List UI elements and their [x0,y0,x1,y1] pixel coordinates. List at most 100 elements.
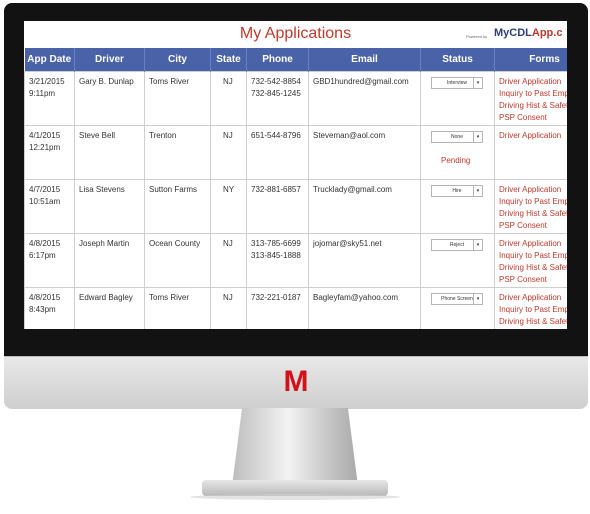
app-time: 10:51am [29,197,61,206]
stand-shadow [190,494,400,500]
col-header-status[interactable]: Status [420,48,495,72]
form-link-driving-history[interactable]: Driving Hist & Safet [499,208,567,220]
phone-secondary: 313-845-1888 [251,251,301,260]
app-date-cell: 4/7/2015 10:51am [24,179,75,234]
table-row: 4/1/2015 12:21pm Steve Bell Trenton NJ 65… [24,125,567,180]
chevron-down-icon: ▾ [473,240,482,250]
form-link-psp-consent[interactable]: PSP Consent [499,112,567,124]
email-cell: jojomar@sky51.net [308,233,421,288]
phone-secondary: 732-845-1245 [251,89,301,98]
phone-primary: 732-221-0187 [251,293,301,302]
form-link-driver-application[interactable]: Driver Application [499,130,567,142]
form-link-driving-history[interactable]: Driving Hist & Safet [499,262,567,274]
forms-cell: Driver Application Inquiry to Past Emp Dri… [494,71,567,126]
imac-monitor: My Applications Powered by MyCDLApp.c Ap… [0,0,590,514]
forms-cell: Driver Application [494,125,567,180]
monitor-chin: M [4,356,588,409]
table-row: 4/8/2015 6:17pm Joseph Martin Ocean Count… [24,233,567,288]
form-link-inquiry-past-employer[interactable]: Inquiry to Past Emp [499,250,567,262]
col-header-state[interactable]: State [210,48,247,72]
status-cell: Interview ▾ [420,71,495,126]
status-select[interactable]: Hire ▾ [431,185,483,197]
form-link-driving-history[interactable]: Driving Hist & Safet [499,316,567,328]
state-cell: NJ [210,287,247,329]
status-cell: None ▾ Pending [420,125,495,180]
table-header-row: App Date Driver City State Phone Email S… [24,48,567,72]
phone-cell: 732-881-6857 [246,179,309,234]
status-cell: Phone Screen ▾ [420,287,495,329]
col-header-phone[interactable]: Phone [246,48,309,72]
form-link-inquiry-past-employer[interactable]: Inquiry to Past Emp [499,88,567,100]
status-cell: Hire ▾ [420,179,495,234]
form-link-driving-history[interactable]: Driving Hist & Safet [499,100,567,112]
city-cell: Ocean County [144,233,211,288]
status-select[interactable]: None ▾ [431,131,483,143]
app-time: 9:11pm [29,89,56,98]
driver-cell: Lisa Stevens [74,179,145,234]
forms-cell: Driver Application Inquiry to Past Emp Dri… [494,179,567,234]
email-cell: GBD1hundred@gmail.com [308,71,421,126]
chevron-down-icon: ▾ [473,294,482,304]
col-header-email[interactable]: Email [308,48,421,72]
chin-logo: M [283,365,309,398]
phone-primary: 651-544-8796 [251,131,301,140]
form-link-inquiry-past-employer[interactable]: Inquiry to Past Emp [499,304,567,316]
app-date-cell: 4/8/2015 6:17pm [24,233,75,288]
screen: My Applications Powered by MyCDLApp.c Ap… [24,21,567,329]
brand-logo[interactable]: MyCDLApp.c [494,27,562,39]
driver-cell: Steve Bell [74,125,145,180]
status-value: Interview [446,80,467,86]
status-cell: Reject ▾ [420,233,495,288]
status-select[interactable]: Interview ▾ [431,77,483,89]
state-cell: NJ [210,233,247,288]
phone-primary: 732-881-6857 [251,185,301,194]
table-row: 3/21/2015 9:11pm Gary B. Dunlap Toms Rive… [24,71,567,126]
driver-cell: Gary B. Dunlap [74,71,145,126]
status-value: Reject [449,242,465,248]
status-select[interactable]: Reject ▾ [431,239,483,251]
form-link-inquiry-past-employer[interactable]: Inquiry to Past Emp [499,196,567,208]
table-row: 4/7/2015 10:51am Lisa Stevens Sutton Farm… [24,179,567,234]
forms-cell: Driver Application Inquiry to Past Emp Dri… [494,233,567,288]
app-date: 4/8/2015 [29,239,61,248]
col-header-city[interactable]: City [144,48,211,72]
city-cell: Toms River [144,71,211,126]
phone-cell: 651-544-8796 [246,125,309,180]
email-cell: Steveman@aol.com [308,125,421,180]
monitor-stand-neck [232,408,358,486]
status-select[interactable]: Phone Screen ▾ [431,293,483,305]
state-cell: NJ [210,125,247,180]
col-header-driver[interactable]: Driver [74,48,145,72]
app-date: 3/21/2015 [29,77,65,86]
status-value: None [451,134,463,140]
app-date-cell: 3/21/2015 9:11pm [24,71,75,126]
status-value: Hire [452,188,462,194]
chevron-down-icon: ▾ [473,132,482,142]
phone-cell: 313-785-6699 313-845-1888 [246,233,309,288]
city-cell: Sutton Farms [144,179,211,234]
form-link-driver-application[interactable]: Driver Application [499,76,567,88]
phone-primary: 313-785-6699 [251,239,301,248]
chevron-down-icon: ▾ [473,78,482,88]
app-date-cell: 4/8/2015 8:43pm [24,287,75,329]
applications-table: App Date Driver City State Phone Email S… [24,48,567,329]
forms-cell: Driver Application Inquiry to Past Emp Dri… [494,287,567,329]
app-time: 12:21pm [29,143,61,152]
app-date: 4/8/2015 [29,293,61,302]
col-header-forms[interactable]: Forms [494,48,567,72]
form-link-psp-consent[interactable]: PSP Consent [499,220,567,232]
brand-accent: App.c [531,27,563,39]
state-cell: NJ [210,71,247,126]
col-header-app-date[interactable]: App Date [24,48,75,72]
form-link-driver-application[interactable]: Driver Application [499,238,567,250]
app-time: 8:43pm [29,305,56,314]
form-link-psp-consent[interactable]: PSP Consent [499,274,567,286]
phone-primary: 732-542-8854 [251,77,301,86]
status-note: Pending [441,156,471,165]
city-cell: Toms River [144,287,211,329]
phone-cell: 732-221-0187 [246,287,309,329]
app-date: 4/7/2015 [29,185,61,194]
form-link-driver-application[interactable]: Driver Application [499,184,567,196]
app-time: 6:17pm [29,251,56,260]
form-link-driver-application[interactable]: Driver Application [499,292,567,304]
